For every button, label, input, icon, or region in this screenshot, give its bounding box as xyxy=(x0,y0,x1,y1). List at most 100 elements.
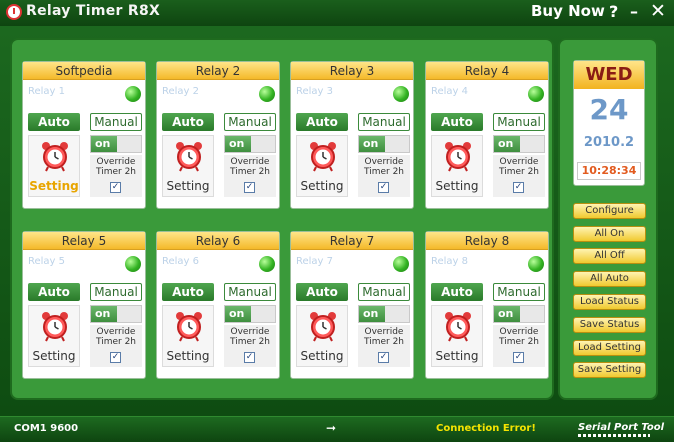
override-timer: Override Timer 2h ✓ xyxy=(224,325,276,367)
relay-name: Relay 2 xyxy=(162,86,200,97)
manual-button[interactable]: Manual xyxy=(90,283,142,301)
day-number: 24 xyxy=(589,93,629,126)
relay-card: Relay 8 Relay 8 Auto Manual Setting on Overrid… xyxy=(425,231,549,379)
side-button-configure[interactable]: Configure xyxy=(573,203,646,219)
setting-label: Setting xyxy=(166,179,210,193)
manual-button[interactable]: Manual xyxy=(224,283,276,301)
setting-label: Setting xyxy=(300,179,344,193)
toggle-on-label: on xyxy=(494,136,520,152)
toggle-on-label: on xyxy=(225,136,251,152)
close-icon[interactable]: ✕ xyxy=(650,0,666,22)
on-off-toggle[interactable]: on xyxy=(224,305,276,323)
relay-card: Relay 5 Relay 5 Auto Manual Setting on Overrid… xyxy=(22,231,146,379)
status-bar: COM1 9600 ➞ Connection Error! Serial Por… xyxy=(0,416,674,442)
setting-button[interactable]: Setting xyxy=(28,305,80,367)
setting-button[interactable]: Setting xyxy=(162,305,214,367)
on-off-toggle[interactable]: on xyxy=(90,135,142,153)
side-button-save-setting[interactable]: Save Setting xyxy=(573,362,646,378)
on-off-toggle[interactable]: on xyxy=(358,135,410,153)
setting-button[interactable]: Setting xyxy=(296,135,348,197)
auto-button[interactable]: Auto xyxy=(162,113,214,131)
manual-button[interactable]: Manual xyxy=(493,113,545,131)
auto-button[interactable]: Auto xyxy=(28,283,80,301)
status-led-icon xyxy=(125,86,141,102)
override-checkbox[interactable]: ✓ xyxy=(378,182,389,193)
toggle-on-label: on xyxy=(359,136,385,152)
relay-header: Relay 3 xyxy=(291,62,413,80)
side-button-load-setting[interactable]: Load Setting xyxy=(573,340,646,356)
on-off-toggle[interactable]: on xyxy=(224,135,276,153)
setting-button[interactable]: Setting xyxy=(162,135,214,197)
setting-label: Setting xyxy=(166,349,210,363)
setting-button[interactable]: Setting xyxy=(28,135,80,197)
side-button-load-status[interactable]: Load Status xyxy=(573,294,646,310)
alarm-clock-icon xyxy=(42,312,68,342)
override-checkbox[interactable]: ✓ xyxy=(378,352,389,363)
toggle-on-label: on xyxy=(225,306,251,322)
override-timer: Override Timer 2h ✓ xyxy=(493,325,545,367)
toggle-on-label: on xyxy=(91,136,117,152)
override-label: Override Timer 2h xyxy=(95,327,137,347)
auto-button[interactable]: Auto xyxy=(296,283,348,301)
on-off-toggle[interactable]: on xyxy=(493,305,545,323)
manual-button[interactable]: Manual xyxy=(493,283,545,301)
relay-name: Relay 5 xyxy=(28,256,66,267)
status-led-icon xyxy=(259,86,275,102)
auto-button[interactable]: Auto xyxy=(296,113,348,131)
side-button-all-off[interactable]: All Off xyxy=(573,248,646,264)
status-led-icon xyxy=(393,86,409,102)
toggle-on-label: on xyxy=(359,306,385,322)
manual-button[interactable]: Manual xyxy=(358,113,410,131)
alarm-clock-icon xyxy=(310,312,336,342)
status-led-icon xyxy=(393,256,409,272)
alarm-clock-icon xyxy=(176,142,202,172)
auto-button[interactable]: Auto xyxy=(162,283,214,301)
relay-card: Softpedia Relay 1 Auto Manual Setting on Overr… xyxy=(22,61,146,209)
override-checkbox[interactable]: ✓ xyxy=(244,352,255,363)
alarm-clock-icon xyxy=(445,312,471,342)
relay-header: Relay 5 xyxy=(23,232,145,250)
manual-button[interactable]: Manual xyxy=(90,113,142,131)
setting-button[interactable]: Setting xyxy=(431,305,483,367)
on-off-toggle[interactable]: on xyxy=(90,305,142,323)
override-timer: Override Timer 2h ✓ xyxy=(358,325,410,367)
relay-card: Relay 6 Relay 6 Auto Manual Setting on Overrid… xyxy=(156,231,280,379)
alarm-clock-icon xyxy=(310,142,336,172)
relay-name: Relay 8 xyxy=(431,256,469,267)
override-checkbox[interactable]: ✓ xyxy=(513,182,524,193)
setting-button[interactable]: Setting xyxy=(431,135,483,197)
override-checkbox[interactable]: ✓ xyxy=(244,182,255,193)
relay-header: Relay 2 xyxy=(157,62,279,80)
manual-button[interactable]: Manual xyxy=(224,113,276,131)
help-icon[interactable]: ? xyxy=(609,2,618,21)
on-off-toggle[interactable]: on xyxy=(493,135,545,153)
minimize-icon[interactable]: – xyxy=(630,2,638,21)
override-checkbox[interactable]: ✓ xyxy=(110,352,121,363)
toggle-on-label: on xyxy=(494,306,520,322)
status-led-icon xyxy=(259,256,275,272)
auto-button[interactable]: Auto xyxy=(431,113,483,131)
relay-header: Relay 4 xyxy=(426,62,548,80)
side-button-all-on[interactable]: All On xyxy=(573,226,646,242)
setting-label: Setting xyxy=(29,179,79,193)
auto-button[interactable]: Auto xyxy=(431,283,483,301)
setting-label: Setting xyxy=(32,349,76,363)
override-timer: Override Timer 2h ✓ xyxy=(358,155,410,197)
relay-name: Relay 1 xyxy=(28,86,66,97)
setting-button[interactable]: Setting xyxy=(296,305,348,367)
arrow-icon: ➞ xyxy=(326,421,337,435)
com-port-status: COM1 9600 xyxy=(14,423,79,434)
side-button-save-status[interactable]: Save Status xyxy=(573,317,646,333)
on-off-toggle[interactable]: on xyxy=(358,305,410,323)
relay-header: Relay 8 xyxy=(426,232,548,250)
setting-label: Setting xyxy=(435,179,479,193)
buy-now-link[interactable]: Buy Now xyxy=(531,2,605,20)
override-checkbox[interactable]: ✓ xyxy=(110,182,121,193)
side-button-all-auto[interactable]: All Auto xyxy=(573,271,646,287)
manual-button[interactable]: Manual xyxy=(358,283,410,301)
status-led-icon xyxy=(528,256,544,272)
relay-header: Softpedia xyxy=(23,62,145,80)
status-led-icon xyxy=(125,256,141,272)
auto-button[interactable]: Auto xyxy=(28,113,80,131)
override-checkbox[interactable]: ✓ xyxy=(513,352,524,363)
